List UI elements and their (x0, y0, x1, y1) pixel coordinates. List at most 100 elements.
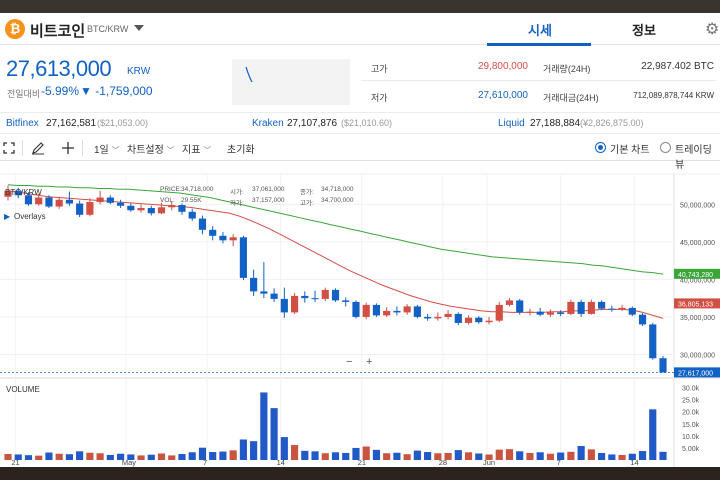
volume-bar (86, 452, 94, 460)
basic-chart-radio[interactable] (595, 142, 606, 153)
volume-bar (55, 453, 63, 460)
volume-bar (526, 453, 534, 460)
change-percent: -5.99% (41, 84, 80, 98)
volume-bar (567, 451, 575, 460)
exchange-bitfinex-name[interactable]: Bitfinex (6, 118, 39, 129)
overlays-label[interactable]: Overlays (14, 212, 46, 221)
ohlc-open-value: 37,061,000 (252, 186, 285, 193)
tradingview-radio[interactable] (660, 142, 671, 153)
volume-bar (321, 453, 329, 460)
tab-price[interactable]: 시세 (528, 20, 552, 39)
toolbar-divider (82, 140, 83, 156)
price-chart-area[interactable]: 50,000,000 45,000,000 40,000,000 35,000,000… (0, 162, 720, 467)
candle-body (331, 289, 340, 301)
ohlc-low-label: 저가: (230, 200, 244, 207)
sparkline-chart (245, 66, 253, 83)
gear-icon[interactable]: ⚙ (705, 19, 719, 39)
crosshair-icon[interactable] (61, 141, 75, 155)
ohlc-close-value: 34,718,000 (321, 186, 354, 193)
volume-bar (157, 453, 166, 460)
volume-bar (311, 451, 319, 460)
candle-body (76, 203, 84, 215)
tab-info[interactable]: 정보 (632, 20, 656, 39)
volume-bar (516, 451, 524, 460)
volume-bar (413, 450, 421, 460)
chart-settings-dropdown[interactable]: 차트설정 ﹀ (127, 141, 175, 156)
price-tick-label: 50,000,000 (680, 202, 715, 209)
candle-body (106, 197, 114, 203)
volume-bar (209, 452, 217, 460)
candle-body (475, 317, 483, 323)
stat-low-value: 27,610,000 (477, 90, 528, 101)
ohlc-price-value: 34,718,000 (181, 186, 214, 193)
volume-bar (250, 441, 258, 460)
exchange-bitfinex-price: 27,162,581 (46, 118, 97, 129)
candle-body (649, 324, 657, 359)
volume-bar (649, 409, 657, 460)
candle-body (96, 197, 104, 203)
candle-body (270, 293, 278, 299)
mini-sparkline (232, 59, 350, 105)
overlays-expand-icon[interactable]: ▶ (4, 212, 10, 221)
volume-bar (638, 451, 647, 460)
candle-body (157, 207, 166, 214)
indicators-label: 지표 (182, 145, 201, 156)
interval-dropdown[interactable]: 1일 ﹀ (94, 141, 120, 156)
candle-body (393, 310, 401, 313)
indicators-dropdown[interactable]: 지표 ﹀ (182, 141, 211, 156)
candle-body (321, 289, 329, 299)
candle-body (311, 298, 319, 300)
candle-body (495, 304, 503, 321)
coin-select-chevron-down-icon[interactable] (134, 25, 144, 31)
candle-body (55, 199, 63, 207)
volume-bar (505, 449, 514, 460)
volume-bar (219, 451, 227, 460)
candle-body (505, 300, 514, 305)
exchange-liquid-price: 27,188,884 (530, 118, 581, 129)
zoom-in-button[interactable]: + (366, 356, 372, 368)
exchange-kraken-name[interactable]: Kraken (252, 118, 284, 129)
candle-body (485, 320, 493, 323)
volume-bar (659, 451, 667, 460)
volume-bar (587, 449, 595, 460)
pencil-icon[interactable] (31, 141, 45, 155)
candle-body (198, 218, 207, 230)
volume-bar (536, 452, 544, 460)
volume-bar (393, 452, 401, 460)
candle-body (86, 202, 94, 215)
volume-bar (577, 446, 585, 460)
chart-toolbar: 1일 ﹀ 차트설정 ﹀ 지표 ﹀ 초기화 기본 차트 트레이딩뷰 (0, 135, 720, 171)
reset-button[interactable]: 초기화 (227, 141, 255, 156)
price-tick-label: 35,000,000 (680, 315, 715, 322)
volume-bar (454, 450, 462, 460)
volume-tick-label: 25.0k (682, 398, 700, 405)
basic-chart-label[interactable]: 기본 차트 (610, 141, 650, 156)
fullscreen-icon[interactable] (3, 142, 15, 154)
candle-body (168, 205, 176, 208)
exchange-liquid-name[interactable]: Liquid (498, 118, 525, 129)
candle-body (178, 205, 186, 212)
ohlc-open-label: 시가: (230, 189, 244, 196)
volume-tick-label: 15.0k (682, 422, 700, 429)
candle-body (659, 358, 667, 373)
stat-volume-value: 22,987.402 BTC (641, 61, 714, 72)
candle-body (229, 237, 237, 241)
candle-body (598, 301, 606, 309)
volume-bar (106, 454, 114, 460)
volume-bar (383, 453, 391, 460)
time-tick-label: 14 (630, 458, 638, 467)
zoom-out-button[interactable]: − (346, 356, 352, 368)
candle-body (219, 235, 227, 241)
candle-body (290, 295, 299, 313)
candle-body (280, 298, 288, 313)
time-tick-label: 7 (557, 458, 561, 467)
volume-bar (475, 453, 483, 460)
candle-body (557, 312, 565, 314)
coin-name: 비트코인 (30, 23, 86, 40)
coin-pair: BTC/KRW (87, 24, 129, 34)
candlestick-chart[interactable]: 50,000,00045,000,00040,000,00035,000,000… (0, 162, 720, 467)
candle-body (137, 208, 145, 211)
candle-body (250, 277, 258, 292)
volume-pane-label: VOLUME (6, 385, 40, 394)
stat-turnover-label: 거래대금(24H) (543, 93, 599, 103)
